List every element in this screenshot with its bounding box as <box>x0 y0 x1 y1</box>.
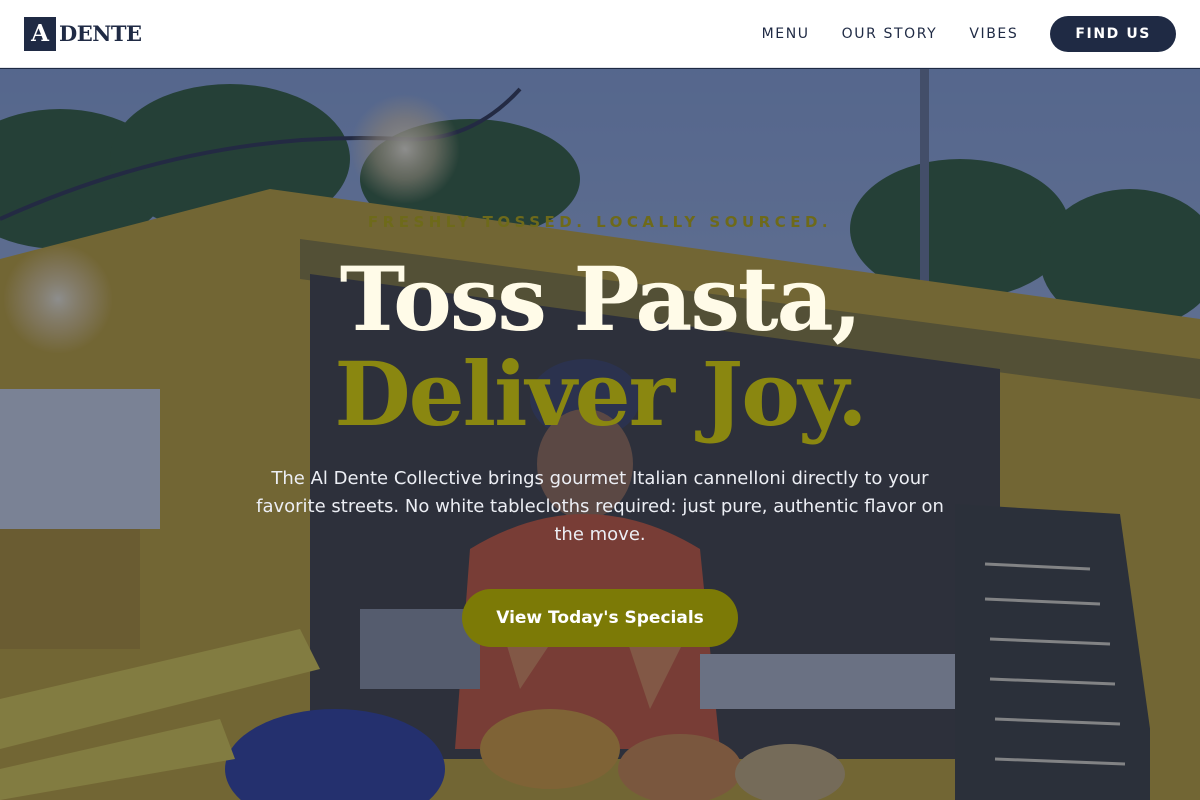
hero-title-line-2: Deliver Joy. <box>334 342 867 446</box>
logo-mark: A <box>24 16 56 51</box>
nav-link-our-story[interactable]: OUR STORY <box>842 26 938 42</box>
main-nav: MENU OUR STORY VIBES FIND US <box>730 15 1176 52</box>
hero-section: FRESHLY TOSSED. LOCALLY SOURCED. Toss Pa… <box>0 69 1200 800</box>
hero-subtitle: The Al Dente Collective brings gourmet I… <box>256 468 944 545</box>
logo-wordmark: DENTE <box>59 21 142 46</box>
hero-title-line-1: Toss Pasta, <box>339 247 862 351</box>
hero-eyebrow: FRESHLY TOSSED. LOCALLY SOURCED. <box>367 213 833 231</box>
nav-link-menu[interactable]: MENU <box>762 26 810 42</box>
view-specials-button[interactable]: View Today's Specials <box>462 589 738 647</box>
site-logo[interactable]: A DENTE <box>24 16 142 51</box>
find-us-button[interactable]: FIND US <box>1050 15 1176 52</box>
nav-link-vibes[interactable]: VIBES <box>969 26 1018 42</box>
site-header: A DENTE MENU OUR STORY VIBES FIND US <box>0 0 1200 68</box>
